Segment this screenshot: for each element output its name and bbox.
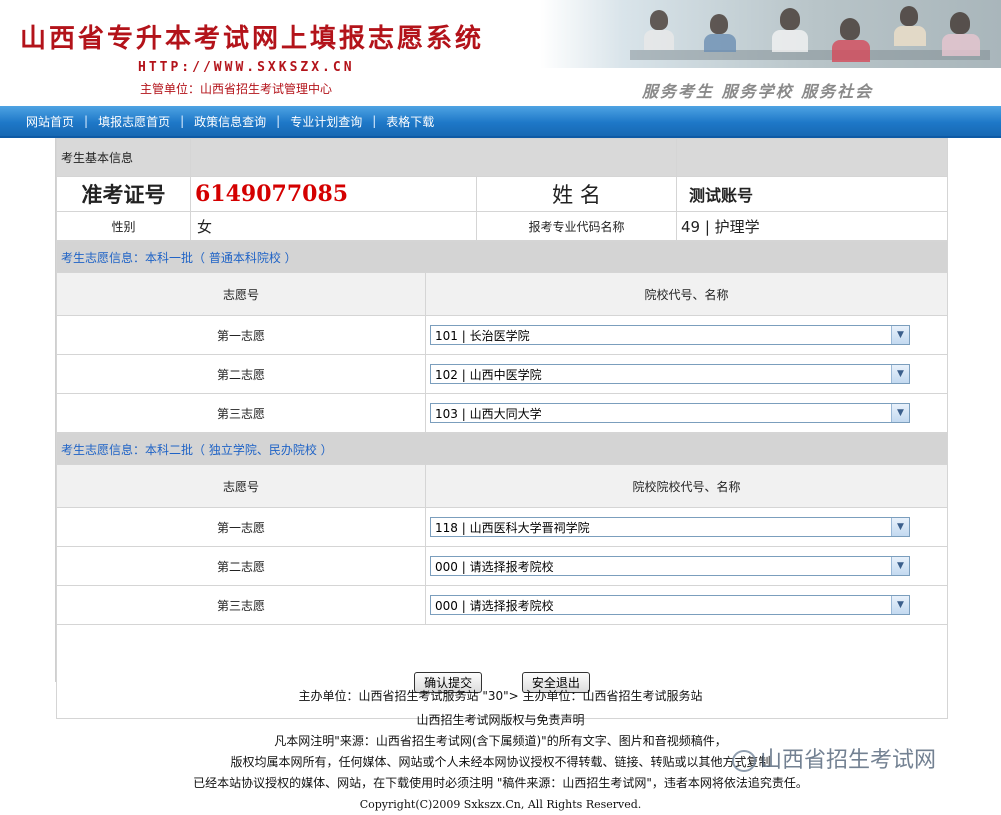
site-slogan: 服务考生 服务学校 服务社会: [642, 82, 874, 101]
batch2-choice-label: 第一志愿: [56, 507, 426, 547]
chevron-down-icon[interactable]: ▼: [891, 518, 909, 536]
chevron-down-icon[interactable]: ▼: [891, 557, 909, 575]
footer-disclaimer-title[interactable]: 山西招生考试网版权与免责声明: [0, 710, 1001, 731]
site-header: 山西省专升本考试网上填报志愿系统 HTTP://WWW.SXKSZX.CN 主管…: [0, 0, 1001, 106]
chevron-down-icon[interactable]: ▼: [891, 326, 909, 344]
major-label: 报考专业代码名称: [476, 211, 677, 241]
gender-value: 女: [190, 211, 477, 241]
batch2-col-number: 志愿号: [56, 464, 426, 508]
select-value: 000 | 请选择报考院校: [435, 598, 554, 613]
batch2-choice1-select[interactable]: 118 | 山西医科大学晋祠学院 ▼: [430, 517, 910, 537]
select-value: 102 | 山西中医学院: [435, 367, 542, 382]
batch2-table: 考生志愿信息：本科二批（ 独立学院、民办院校 ） 志愿号 院校院校代号、名称 第…: [55, 433, 949, 719]
chevron-down-icon[interactable]: ▼: [891, 404, 909, 422]
footer-organizer: 主办单位：山西省招生考试服务站 "30"> 主办单位：山西省招生考试服务站: [298, 689, 703, 703]
student-info-title: 考生基本信息: [56, 138, 191, 177]
batch1-choice3-select[interactable]: 103 | 山西大同大学 ▼: [430, 403, 910, 423]
batch1-choice-label: 第三志愿: [56, 393, 426, 433]
batch2-choice3-select[interactable]: 000 | 请选择报考院校 ▼: [430, 595, 910, 615]
watermark-text: 山西省招生考试网: [760, 748, 937, 773]
application-form: 考生基本信息 准考证号 6149077085 姓 名 测试账号 性别 女 报考专…: [55, 138, 949, 719]
batch2-choice2-select[interactable]: 000 | 请选择报考院校 ▼: [430, 556, 910, 576]
major-value: 49 | 护理学: [676, 211, 948, 241]
name-value: 测试账号: [676, 176, 948, 212]
batch2-title: 考生志愿信息：本科二批（ 独立学院、民办院校 ）: [55, 433, 949, 465]
batch1-choice-label: 第二志愿: [56, 354, 426, 394]
footer-disclaimer-line: 已经本站协议授权的媒体、网站，在下载使用时必须注明 "稿件来源：山西招生考试网"…: [193, 776, 808, 790]
batch1-col-school: 院校代号、名称: [424, 272, 949, 316]
wechat-watermark: 山西省招生考试网: [732, 742, 936, 774]
select-value: 101 | 长治医学院: [435, 328, 530, 343]
batch1-choice2-select[interactable]: 102 | 山西中医学院 ▼: [430, 364, 910, 384]
nav-separator: |: [276, 114, 281, 128]
chevron-down-icon[interactable]: ▼: [891, 365, 909, 383]
wechat-icon: [732, 750, 756, 772]
site-url[interactable]: HTTP://WWW.SXKSZX.CN: [138, 60, 355, 75]
batch1-table: 考生志愿信息：本科一批（ 普通本科院校 ） 志愿号 院校代号、名称 第一志愿 1…: [55, 241, 949, 433]
nav-separator: |: [84, 114, 89, 128]
batch1-choice1-select[interactable]: 101 | 长治医学院 ▼: [430, 325, 910, 345]
batch2-choice-label: 第二志愿: [56, 546, 426, 586]
nav-item-home[interactable]: 网站首页: [26, 113, 74, 130]
nav-separator: |: [372, 114, 377, 128]
batch1-col-number: 志愿号: [56, 272, 426, 316]
batch1-title: 考生志愿信息：本科一批（ 普通本科院校 ）: [55, 241, 949, 273]
batch2-col-school: 院校院校代号、名称: [424, 464, 949, 508]
nav-item-fill-home[interactable]: 填报志愿首页: [98, 113, 170, 130]
select-value: 103 | 山西大同大学: [435, 406, 542, 421]
site-sponsor: 主管单位：山西省招生考试管理中心: [140, 82, 333, 96]
select-value: 000 | 请选择报考院校: [435, 559, 554, 574]
nav-item-download[interactable]: 表格下载: [386, 113, 434, 130]
select-value: 118 | 山西医科大学晋祠学院: [435, 520, 590, 535]
exam-id-label: 准考证号: [56, 176, 191, 212]
nav-separator: |: [180, 114, 185, 128]
gender-label: 性别: [56, 211, 191, 241]
batch2-choice-label: 第三志愿: [56, 585, 426, 625]
nav-item-plan[interactable]: 专业计划查询: [290, 113, 362, 130]
student-info-table: 考生基本信息 准考证号 6149077085 姓 名 测试账号 性别 女 报考专…: [56, 138, 948, 241]
name-label: 姓 名: [476, 176, 677, 212]
banner-photo: [540, 0, 1001, 68]
chevron-down-icon[interactable]: ▼: [891, 596, 909, 614]
main-nav: 网站首页 | 填报志愿首页 | 政策信息查询 | 专业计划查询 | 表格下载: [0, 106, 1001, 138]
site-title: 山西省专升本考试网上填报志愿系统: [20, 24, 485, 54]
nav-item-policy[interactable]: 政策信息查询: [194, 113, 266, 130]
exam-id-value: 6149077085: [190, 176, 477, 212]
footer-copyright: Copyright(C)2009 Sxkszx.Cn, All Rights R…: [359, 798, 642, 811]
batch1-choice-label: 第一志愿: [56, 315, 426, 355]
